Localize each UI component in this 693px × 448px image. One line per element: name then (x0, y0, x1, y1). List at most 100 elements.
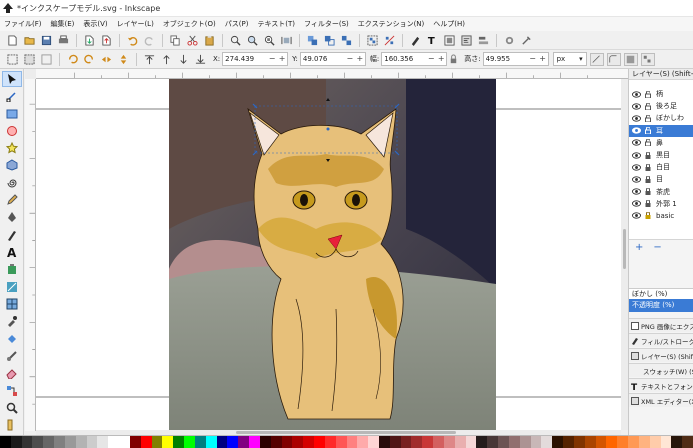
lock-ratio-button[interactable] (447, 52, 459, 67)
color-swatch[interactable] (238, 436, 250, 448)
copy-button[interactable] (167, 33, 183, 48)
paint-bucket-tool[interactable] (2, 331, 22, 346)
star-tool[interactable] (2, 141, 22, 156)
eye-icon[interactable] (632, 115, 641, 122)
zoom-drawing-button[interactable] (244, 33, 260, 48)
color-swatch[interactable] (10, 436, 22, 448)
color-swatch[interactable] (75, 436, 87, 448)
tweak-tool[interactable] (2, 348, 22, 363)
move-patterns-toggle[interactable] (640, 52, 655, 66)
unlink-clone-button[interactable] (338, 33, 354, 48)
menu-extensions[interactable]: エクステンション(N) (358, 19, 425, 29)
color-swatch[interactable] (357, 436, 369, 448)
text-font-button[interactable]: T (424, 33, 440, 48)
layer-row[interactable]: basic (629, 210, 693, 222)
raise-button[interactable] (158, 52, 174, 67)
scale-corners-toggle[interactable] (606, 52, 621, 66)
y-input[interactable] (300, 53, 345, 65)
xml-editor-button[interactable] (458, 33, 474, 48)
menu-file[interactable]: ファイル(F) (4, 19, 42, 29)
eye-icon[interactable] (632, 127, 641, 134)
layer-row[interactable]: 茶虎 (629, 186, 693, 198)
color-swatch[interactable] (660, 436, 672, 448)
color-swatch[interactable] (129, 436, 141, 448)
unlocked-icon[interactable] (645, 139, 651, 147)
height-field[interactable]: −+ (482, 52, 549, 66)
layer-row[interactable]: 白目 (629, 161, 693, 173)
color-swatch[interactable] (465, 436, 477, 448)
lower-button[interactable] (175, 52, 191, 67)
measure-tool[interactable] (2, 418, 22, 433)
zoom-width-button[interactable] (278, 33, 294, 48)
open-button[interactable] (21, 33, 37, 48)
color-swatch[interactable] (86, 436, 98, 448)
locked-icon[interactable] (645, 163, 651, 171)
layer-row[interactable]: 後ろ足 (629, 100, 693, 112)
color-swatch[interactable] (638, 436, 650, 448)
menu-edit[interactable]: 編集(E) (51, 19, 75, 29)
color-swatch[interactable] (314, 436, 325, 448)
color-swatch[interactable] (216, 436, 228, 448)
unlocked-icon[interactable] (645, 114, 651, 122)
x-input[interactable] (223, 53, 268, 65)
color-swatch[interactable] (140, 436, 152, 448)
unit-select[interactable]: px ▾ (552, 52, 587, 66)
undo-button[interactable] (124, 33, 140, 48)
plus-icon[interactable]: + (355, 53, 365, 65)
locked-icon[interactable] (645, 175, 651, 183)
group-button[interactable] (364, 33, 380, 48)
ungroup-button[interactable] (381, 33, 397, 48)
menu-text[interactable]: テキスト(T) (257, 19, 295, 29)
minus-icon[interactable]: − (345, 53, 355, 65)
color-swatch[interactable] (119, 436, 130, 448)
scroll-thumb[interactable] (236, 431, 456, 434)
redo-button[interactable] (141, 33, 157, 48)
color-swatch[interactable] (97, 436, 109, 448)
locked-icon[interactable] (645, 200, 651, 208)
locked-icon[interactable] (645, 188, 651, 196)
color-swatch[interactable] (184, 436, 195, 448)
eye-icon[interactable] (632, 200, 641, 207)
width-input[interactable] (382, 53, 427, 65)
dock-tab-fill-stroke[interactable]: フィル/ストローク(F) (629, 333, 693, 347)
color-swatch[interactable] (443, 436, 455, 448)
color-swatch[interactable] (162, 436, 174, 448)
deselect-button[interactable] (38, 52, 54, 67)
unlocked-icon[interactable] (645, 127, 651, 135)
color-swatch[interactable] (519, 436, 531, 448)
x-field[interactable]: −+ (222, 52, 289, 66)
unlocked-icon[interactable] (645, 102, 651, 110)
color-swatch[interactable] (64, 436, 76, 448)
remove-layer-button[interactable]: − (653, 242, 661, 253)
layer-row[interactable]: 外郭 1 (629, 198, 693, 210)
color-swatch[interactable] (573, 436, 585, 448)
color-swatch[interactable] (552, 436, 564, 448)
locked-icon[interactable] (645, 212, 651, 220)
save-button[interactable] (38, 33, 54, 48)
opacity-slider[interactable]: 不透明度 (%) (629, 299, 693, 312)
color-swatch[interactable] (21, 436, 33, 448)
eye-icon[interactable] (632, 176, 641, 183)
color-swatch[interactable] (422, 436, 434, 448)
color-swatch[interactable] (487, 436, 499, 448)
print-button[interactable] (55, 33, 71, 48)
layer-row[interactable]: 柄 (629, 88, 693, 100)
align-distribute-button[interactable] (475, 33, 491, 48)
export-button[interactable] (98, 33, 114, 48)
plus-icon[interactable]: + (277, 53, 287, 65)
color-swatch[interactable] (270, 436, 282, 448)
plus-icon[interactable]: + (436, 53, 446, 65)
pen-tool[interactable] (2, 210, 22, 225)
spray-tool[interactable] (2, 262, 22, 277)
color-swatch[interactable] (32, 436, 44, 448)
dock-tab-xml-editor[interactable]: XML エディター(X) (Ctrl+Shift+X) (629, 393, 693, 407)
color-swatch[interactable] (259, 436, 271, 448)
color-swatch[interactable] (628, 436, 639, 448)
color-swatch[interactable] (194, 436, 206, 448)
eye-icon[interactable] (632, 188, 641, 195)
drawing-canvas[interactable] (36, 79, 621, 430)
color-swatch[interactable] (378, 436, 390, 448)
color-swatch[interactable] (454, 436, 466, 448)
color-swatch[interactable] (617, 436, 629, 448)
eye-icon[interactable] (632, 90, 641, 98)
